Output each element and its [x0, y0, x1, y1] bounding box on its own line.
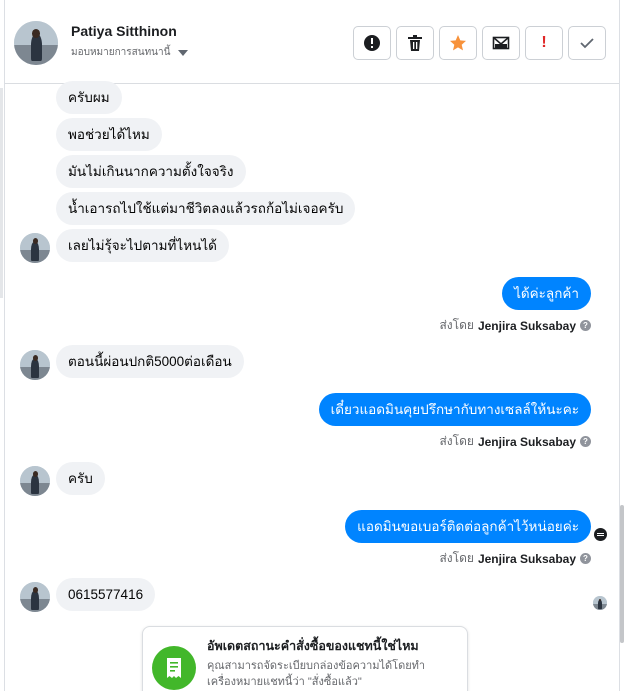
sender-avatar [20, 350, 50, 380]
delivered-icon [594, 528, 607, 541]
star-icon [450, 35, 466, 51]
left-scrollbar[interactable] [0, 88, 3, 298]
check-icon [580, 38, 594, 49]
sent-by-label: ส่งโดย Jenjira Suksabay ? [439, 549, 591, 568]
help-icon[interactable]: ? [580, 553, 591, 564]
mark-done-button[interactable] [568, 26, 606, 60]
incoming-message[interactable]: 0615577416 [56, 578, 156, 611]
card-description: คุณสามารถจัดระเบียบกล่องข้อความได้โดยทำเ… [207, 660, 426, 688]
order-status-prompt-card[interactable]: อัพเดตสถานะคำสั่งซื้อของแชทนี้ใช่ไหม คุณ… [142, 626, 468, 691]
sender-avatar [20, 233, 50, 263]
sent-by-label: ส่งโดย Jenjira Suksabay ? [439, 316, 591, 335]
delete-button[interactable] [396, 26, 434, 60]
incoming-message[interactable]: เลยไม่รุ้จะไปตามที่ไหนได้ [56, 229, 229, 262]
trash-icon [408, 35, 422, 51]
sent-by-agent: Jenjira Suksabay [477, 551, 576, 566]
incoming-message[interactable]: ตอนนี้ผ่อนปกติ5000ต่อเดือน [56, 345, 244, 378]
incoming-message[interactable]: น้ำเอารถไปใช้แต่มาชีวิตลงแล้วรถก้อไม่เจอ… [56, 192, 356, 225]
sent-by-label: ส่งโดย Jenjira Suksabay ? [439, 432, 591, 451]
message-thread: ครับผม พอช่วยได้ไหม มันไม่เกินนากความตั้… [5, 81, 619, 691]
assign-label: มอบหมายการสนทนานี้ [71, 47, 171, 58]
sent-by-prefix: ส่งโดย [439, 434, 474, 448]
alert-circle-icon [364, 35, 380, 51]
help-icon[interactable]: ? [580, 436, 591, 447]
contact-avatar[interactable] [14, 21, 58, 65]
scrollbar-thumb[interactable] [620, 505, 624, 643]
sent-by-agent: Jenjira Suksabay [477, 318, 576, 333]
sent-by-agent: Jenjira Suksabay [477, 434, 576, 449]
inbox-conversation: Patiya Sitthinon มอบหมายการสนทนานี้ ! คร… [0, 0, 624, 691]
receipt-icon [152, 646, 196, 690]
contact-name[interactable]: Patiya Sitthinon [71, 23, 177, 39]
incoming-message[interactable]: พอช่วยได้ไหม [56, 118, 162, 151]
mark-unread-button[interactable] [482, 26, 520, 60]
incoming-message[interactable]: ครับผม [56, 81, 122, 114]
envelope-icon [492, 36, 510, 50]
caret-down-icon [178, 49, 189, 56]
star-button[interactable] [439, 26, 477, 60]
outgoing-message[interactable]: แอดมินขอเบอร์ติดต่อลูกค้าไว้หน่อยค่ะ [345, 510, 591, 543]
outgoing-message[interactable]: ได้ค่ะลูกค้า [502, 277, 591, 310]
card-title: อัพเดตสถานะคำสั่งซื้อของแชทนี้ใช่ไหม [207, 639, 419, 653]
outgoing-message[interactable]: เดี๋ยวแอดมินคุยปรึกษากับทางเซลล์ให้นะคะ [318, 393, 591, 426]
spam-icon: ! [541, 34, 547, 51]
incoming-message[interactable]: ครับ [56, 462, 105, 495]
help-icon[interactable]: ? [580, 320, 591, 331]
incoming-message[interactable]: มันไม่เกินนากความตั้งใจจริง [56, 155, 246, 188]
sender-avatar [20, 582, 50, 612]
sender-avatar [20, 466, 50, 496]
seen-by-avatar [593, 596, 607, 610]
spam-button[interactable]: ! [525, 26, 563, 60]
sent-by-prefix: ส่งโดย [439, 318, 474, 332]
mark-alert-button[interactable] [353, 26, 391, 60]
sent-by-prefix: ส่งโดย [439, 551, 474, 565]
assign-conversation-dropdown[interactable]: มอบหมายการสนทนานี้ [71, 45, 189, 60]
conversation-header: Patiya Sitthinon มอบหมายการสนทนานี้ ! [5, 0, 619, 84]
